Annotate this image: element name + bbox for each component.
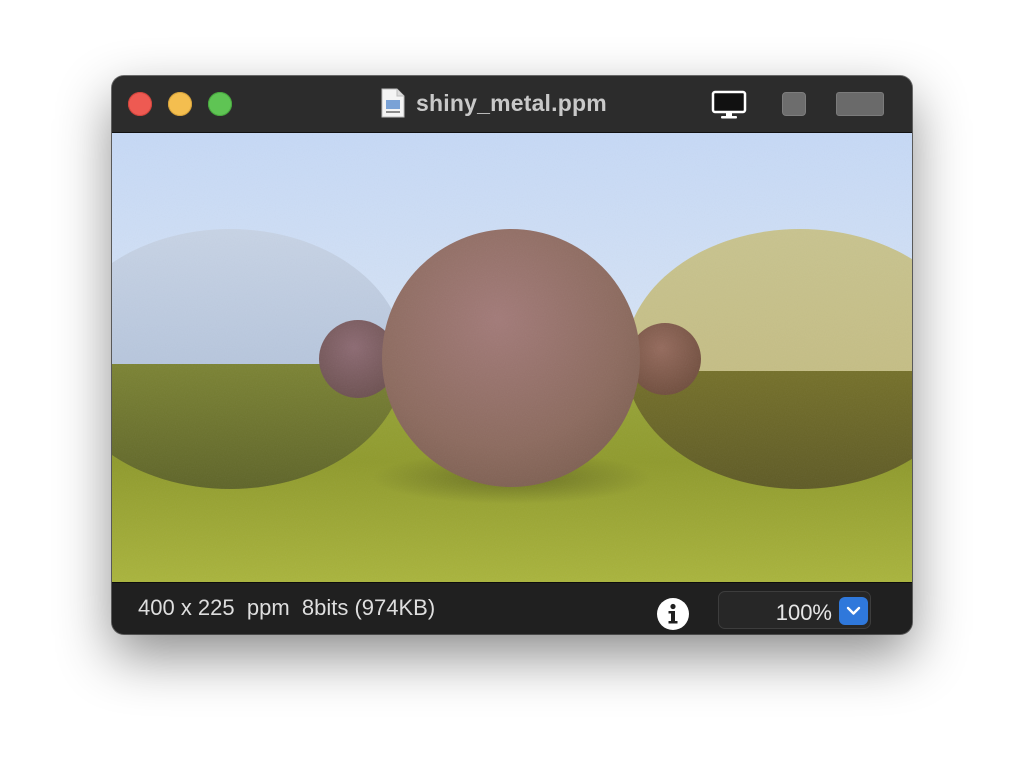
chevron-down-icon[interactable] <box>839 597 868 625</box>
display-icon[interactable] <box>711 90 749 122</box>
minimize-button[interactable] <box>168 92 192 116</box>
close-button[interactable] <box>128 92 152 116</box>
image-canvas[interactable] <box>112 133 912 582</box>
info-circle-icon[interactable] <box>656 597 690 631</box>
zoom-select[interactable]: 100% <box>718 591 871 629</box>
sidebar-toggle-icon[interactable] <box>836 92 884 116</box>
image-viewer-window: shiny_metal.ppm 400 x 225 ppm 8bits (974… <box>112 76 912 634</box>
title-bar[interactable]: shiny_metal.ppm <box>112 76 912 133</box>
fullscreen-square-icon[interactable] <box>782 92 806 116</box>
zoom-value: 100% <box>775 600 832 625</box>
zoom-button[interactable] <box>208 92 232 116</box>
rendered-image <box>112 133 912 582</box>
image-info-text: 400 x 225 ppm 8bits (974KB) <box>138 595 436 620</box>
status-bar: 400 x 225 ppm 8bits (974KB) 100% <box>112 582 912 634</box>
window-title: shiny_metal.ppm <box>380 87 607 119</box>
document-icon[interactable] <box>380 88 406 118</box>
window-title-text: shiny_metal.ppm <box>416 89 607 116</box>
